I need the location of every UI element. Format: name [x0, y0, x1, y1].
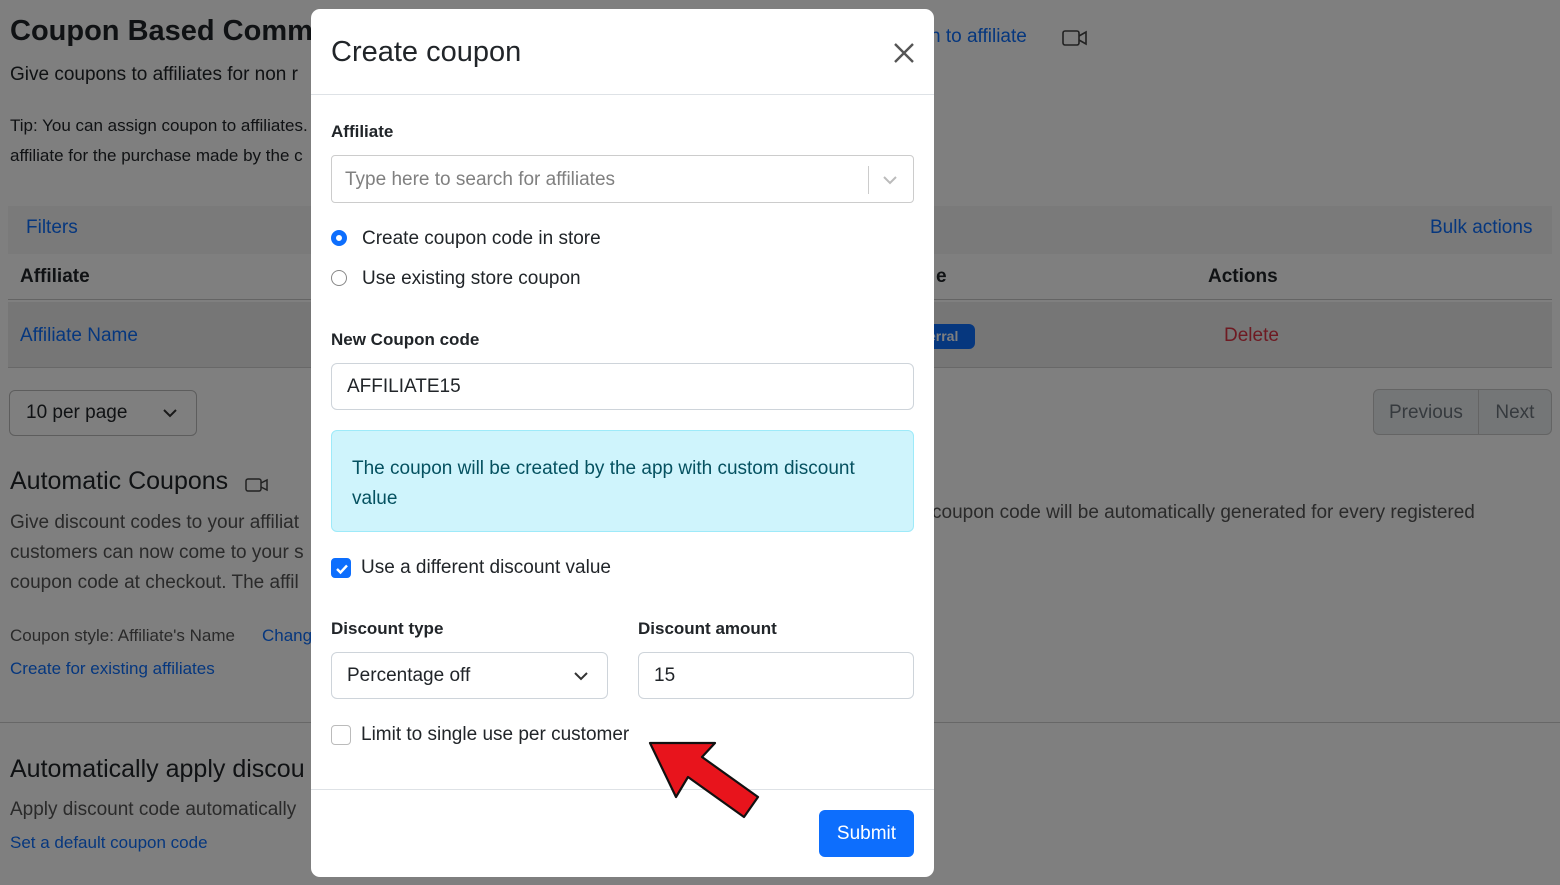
limit-single-use-checkbox[interactable] — [331, 725, 351, 745]
chevron-down-icon[interactable] — [880, 170, 900, 190]
close-icon[interactable] — [889, 38, 919, 68]
radio-existing-coupon[interactable] — [331, 270, 347, 286]
affiliate-search-placeholder: Type here to search for affiliates — [345, 169, 616, 190]
radio-create-coupon[interactable] — [331, 230, 347, 246]
different-discount-checkbox[interactable] — [331, 558, 351, 578]
radio-existing-coupon-label[interactable]: Use existing store coupon — [362, 268, 581, 290]
affiliate-search-select[interactable]: Type here to search for affiliates — [331, 155, 914, 203]
limit-single-use-label[interactable]: Limit to single use per customer — [361, 724, 629, 746]
discount-type-select[interactable]: Percentage off — [331, 652, 608, 699]
select-separator — [868, 166, 869, 194]
chevron-down-icon — [574, 672, 588, 681]
discount-type-label: Discount type — [331, 619, 444, 638]
submit-button[interactable]: Submit — [819, 810, 914, 857]
check-icon — [336, 564, 348, 575]
coupon-code-label: New Coupon code — [331, 330, 480, 349]
discount-type-value: Percentage off — [347, 665, 471, 686]
modal-title: Create coupon — [331, 36, 522, 68]
modal-footer-divider — [311, 789, 934, 790]
red-arrow-annotation — [648, 741, 760, 819]
discount-amount-input[interactable]: 15 — [638, 652, 914, 699]
affiliate-label: Affiliate — [331, 122, 394, 141]
info-alert: The coupon will be created by the app wi… — [331, 430, 914, 532]
discount-amount-label: Discount amount — [638, 619, 777, 638]
different-discount-label[interactable]: Use a different discount value — [361, 557, 611, 579]
coupon-code-input[interactable]: AFFILIATE15 — [331, 363, 914, 410]
radio-create-coupon-label[interactable]: Create coupon code in store — [362, 228, 601, 250]
modal-header: Create coupon — [311, 9, 934, 95]
create-coupon-modal: Create coupon Affiliate Type here to sea… — [311, 9, 934, 877]
